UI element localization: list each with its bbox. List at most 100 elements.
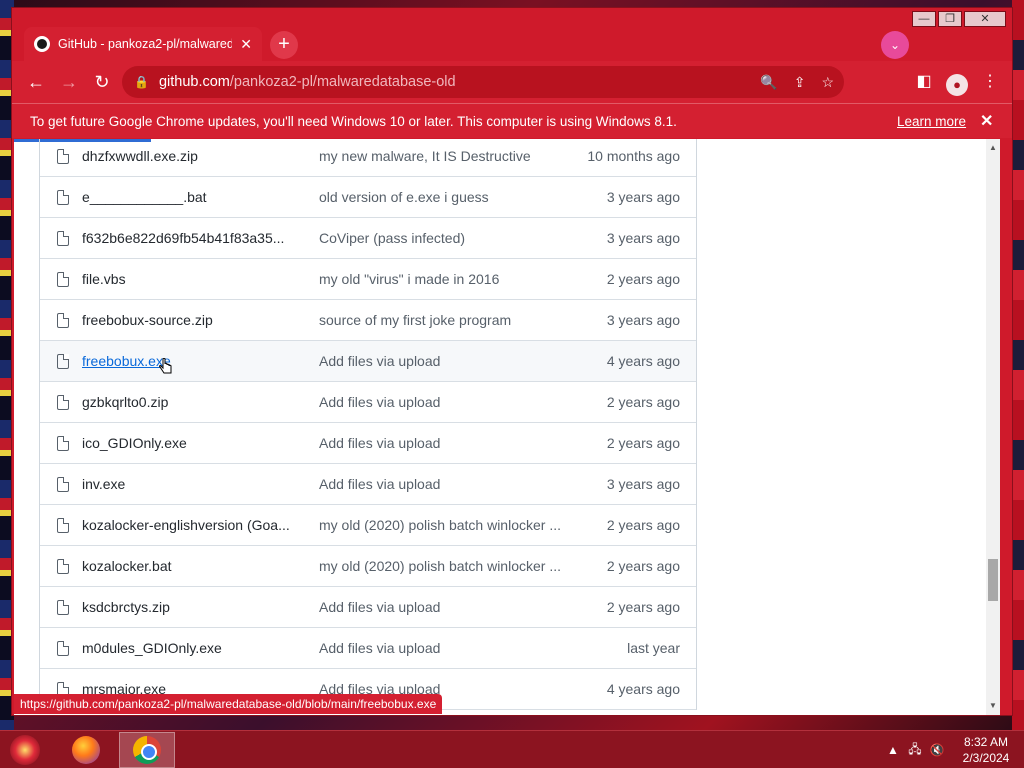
maximize-button[interactable]: ❐ (938, 11, 962, 27)
commit-message-link[interactable]: Add files via upload (319, 599, 569, 615)
commit-message-link[interactable]: my old (2020) polish batch winlocker ... (319, 517, 569, 533)
taskbar-chrome[interactable] (119, 732, 175, 768)
tab-search-button[interactable]: ⌄ (881, 31, 909, 59)
vertical-scrollbar[interactable]: ▲ ▼ (986, 139, 1000, 715)
address-bar[interactable]: 🔒 github.com/pankoza2-pl/malwaredatabase… (122, 66, 844, 98)
commit-message-link[interactable]: CoViper (pass infected) (319, 230, 569, 246)
file-name-link[interactable]: e____________.bat (82, 189, 292, 205)
file-row[interactable]: m0dules_GDIOnly.exe Add files via upload l… (40, 628, 696, 669)
file-row[interactable]: kozalocker-englishversion (Goa... my old … (40, 505, 696, 546)
commit-message-link[interactable]: source of my first joke program (319, 312, 569, 328)
file-name-link[interactable]: ksdcbrctys.zip (82, 599, 292, 615)
clock[interactable]: 8:32 AM 2/3/2024 (948, 734, 1024, 766)
file-name-link[interactable]: dhzfxwwdll.exe.zip (82, 148, 292, 164)
chrome-icon (133, 736, 161, 764)
file-name-link[interactable]: file.vbs (82, 271, 292, 287)
taskbar: ▲ 🖧 🔇 8:32 AM 2/3/2024 (0, 730, 1024, 768)
chrome-window: — ❐ ✕ GitHub - pankoza2-pl/malwaredataba… (11, 7, 1013, 716)
tab-close-icon[interactable]: ✕ (240, 36, 252, 53)
file-name-link[interactable]: freebobux.exe (82, 353, 292, 369)
file-name-link[interactable]: inv.exe (82, 476, 292, 492)
desktop-wallpaper-right (1012, 0, 1024, 730)
omnibox-icons: 🔍 ⇪ ☆ (760, 66, 834, 98)
commit-age: 3 years ago (606, 312, 680, 328)
side-panel-icon[interactable]: ◧ (912, 66, 936, 98)
commit-age: 10 months ago (587, 148, 680, 164)
file-icon (57, 476, 69, 492)
tray-chevron-icon[interactable]: ▲ (882, 743, 904, 757)
commit-age: 2 years ago (606, 394, 680, 410)
commit-message-link[interactable]: Add files via upload (319, 476, 569, 492)
minimize-button[interactable]: — (912, 11, 936, 27)
file-row[interactable]: ksdcbrctys.zip Add files via upload 2 year… (40, 587, 696, 628)
file-icon (57, 148, 69, 164)
start-button-icon[interactable] (10, 735, 40, 765)
file-row[interactable]: dhzfxwwdll.exe.zip my new malware, It IS … (40, 139, 696, 177)
forward-button[interactable]: → (53, 66, 85, 98)
file-name-link[interactable]: gzbkqrlto0.zip (82, 394, 292, 410)
commit-age: 2 years ago (606, 599, 680, 615)
share-icon[interactable]: ⇪ (794, 74, 806, 91)
scroll-up-icon[interactable]: ▲ (986, 141, 1000, 155)
file-icon (57, 435, 69, 451)
search-icon[interactable]: 🔍 (760, 74, 777, 91)
close-window-button[interactable]: ✕ (964, 11, 1006, 27)
infobar-close-icon[interactable]: ✕ (980, 111, 993, 131)
file-name-link[interactable]: ico_GDIOnly.exe (82, 435, 292, 451)
lock-icon[interactable]: 🔒 (134, 75, 149, 89)
reload-button[interactable]: ↻ (86, 66, 118, 98)
back-button[interactable]: ← (20, 66, 52, 98)
status-bubble-url: https://github.com/pankoza2-pl/malwareda… (14, 694, 443, 714)
menu-button[interactable]: ⋮ (978, 66, 1002, 98)
file-icon (57, 271, 69, 287)
file-row[interactable]: kozalocker.bat my old (2020) polish batch… (40, 546, 696, 587)
commit-age: 3 years ago (606, 230, 680, 246)
network-icon[interactable]: 🖧 (904, 740, 926, 761)
profile-avatar-icon[interactable]: ● (946, 73, 968, 96)
commit-message-link[interactable]: old version of e.exe i guess (319, 189, 569, 205)
commit-age: 2 years ago (606, 517, 680, 533)
learn-more-link[interactable]: Learn more (897, 114, 966, 129)
file-row[interactable]: e____________.bat old version of e.exe i … (40, 177, 696, 218)
commit-age: 3 years ago (606, 189, 680, 205)
commit-age: 2 years ago (606, 435, 680, 451)
hand-cursor-icon (159, 358, 172, 374)
file-row[interactable]: gzbkqrlto0.zip Add files via upload 2 year… (40, 382, 696, 423)
file-name-link[interactable]: kozalocker.bat (82, 558, 292, 574)
file-row[interactable]: inv.exe Add files via upload 3 years ago (40, 464, 696, 505)
page-viewport: dhzfxwwdll.exe.zip my new malware, It IS … (14, 139, 1000, 715)
file-row[interactable]: freebobux.exe Add files via upload 4 years… (40, 341, 696, 382)
commit-message-link[interactable]: Add files via upload (319, 353, 569, 369)
taskbar-firefox[interactable] (58, 732, 114, 768)
commit-age: 4 years ago (606, 353, 680, 369)
file-name-link[interactable]: freebobux-source.zip (82, 312, 292, 328)
commit-message-link[interactable]: my old (2020) polish batch winlocker ... (319, 558, 569, 574)
scroll-thumb[interactable] (988, 559, 998, 601)
new-tab-button[interactable]: + (270, 31, 298, 59)
commit-age: 3 years ago (606, 476, 680, 492)
file-name-link[interactable]: f632b6e822d69fb54b41f83a35... (82, 230, 292, 246)
volume-muted-icon[interactable]: 🔇 (926, 743, 948, 757)
commit-message-link[interactable]: Add files via upload (319, 435, 569, 451)
commit-age: 2 years ago (606, 271, 680, 287)
commit-age: last year (627, 640, 680, 656)
scroll-down-icon[interactable]: ▼ (986, 699, 1000, 713)
commit-message-link[interactable]: Add files via upload (319, 394, 569, 410)
file-name-link[interactable]: kozalocker-englishversion (Goa... (82, 517, 292, 533)
commit-message-link[interactable]: Add files via upload (319, 640, 569, 656)
file-icon (57, 353, 69, 369)
star-icon[interactable]: ☆ (821, 74, 834, 91)
file-row[interactable]: f632b6e822d69fb54b41f83a35... CoViper (pa… (40, 218, 696, 259)
file-row[interactable]: ico_GDIOnly.exe Add files via upload 2 yea… (40, 423, 696, 464)
tab-github[interactable]: GitHub - pankoza2-pl/malwaredatabase-old… (24, 27, 262, 61)
file-row[interactable]: freebobux-source.zip source of my first j… (40, 300, 696, 341)
toolbar-right: ◧ ● ⋮ (912, 66, 1002, 98)
commit-message-link[interactable]: my new malware, It IS Destructive (319, 148, 569, 164)
clock-time: 8:32 AM (963, 735, 1009, 749)
window-caption-buttons: — ❐ ✕ (912, 11, 1006, 27)
file-row[interactable]: file.vbs my old "virus" i made in 2016 2 y… (40, 259, 696, 300)
file-name-link[interactable]: m0dules_GDIOnly.exe (82, 640, 292, 656)
file-icon (57, 599, 69, 615)
commit-message-link[interactable]: my old "virus" i made in 2016 (319, 271, 569, 287)
firefox-icon (72, 736, 100, 764)
